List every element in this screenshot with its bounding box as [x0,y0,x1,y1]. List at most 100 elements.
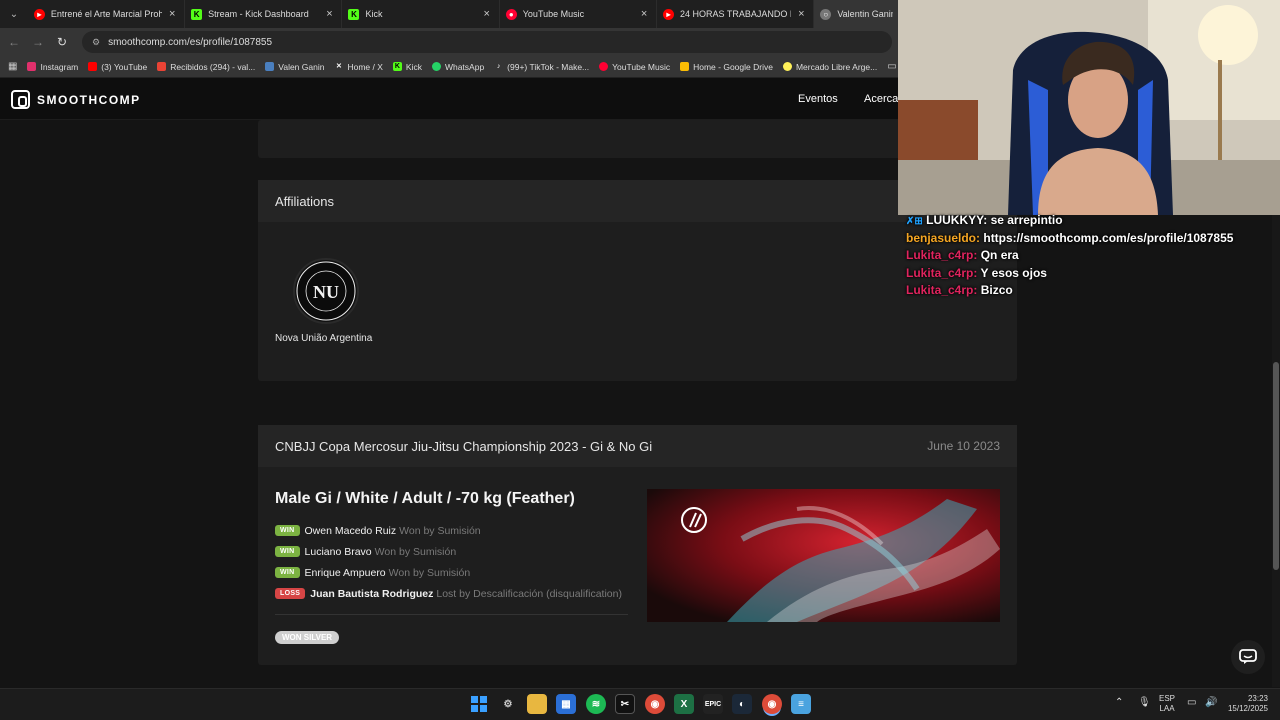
chat-text: Qn era [980,248,1019,262]
close-tab-icon[interactable]: × [166,8,178,20]
chrome-active-icon[interactable]: ◉ [762,694,782,714]
settings-gear-icon[interactable]: ⚙ [498,694,518,714]
bookmark-item[interactable]: ♪ (99+) TikTok - Make... [494,62,589,72]
close-tab-icon[interactable]: × [481,8,493,20]
youtube-music-icon: ● [505,8,517,20]
youtube-icon: ▸ [33,8,45,20]
bookmark-item[interactable]: K Kick [392,61,422,72]
close-tab-icon[interactable]: × [638,8,650,20]
event-banner-image[interactable] [647,489,1000,622]
tray-chevron-icon[interactable]: ⌃ [1115,697,1123,708]
kick-icon: K [392,62,402,71]
bookmark-item[interactable]: (3) YouTube [88,62,147,72]
affiliations-title: Affiliations [275,193,335,209]
chat-bubble-icon [1239,649,1257,664]
browser-tab-active[interactable]: ○ Valentin Ganin - [814,0,900,28]
tab-search-icon[interactable]: ⌄ [0,0,28,28]
smoothcomp-icon: ○ [820,8,832,20]
browser-tab[interactable]: K Stream - Kick Dashboard × [185,0,343,28]
event-card: CNBJJ Copa Mercosur Jiu-Jitsu Championsh… [258,425,1017,665]
forward-icon[interactable]: → [26,35,50,49]
bookmark-item[interactable]: Recibidos (294) - val... [157,62,255,72]
nav-acerca[interactable]: Acerca [864,93,898,105]
close-tab-icon[interactable]: × [323,8,335,20]
clock[interactable]: 23:23 15/12/2025 [1224,694,1268,714]
event-title[interactable]: CNBJJ Copa Mercosur Jiu-Jitsu Championsh… [275,439,652,454]
result-method: Lost by Descalificación (disqualificatio… [436,587,622,600]
bookmark-label: Home - Google Drive [693,61,773,72]
clock-time: 23:23 [1247,694,1268,703]
nav-eventos[interactable]: Eventos [798,93,838,105]
bookmark-item[interactable]: Home - Google Drive [680,62,773,72]
chat-username: LUUKKYY: [926,213,988,227]
bookmark-item[interactable]: Valen Ganin [265,62,324,72]
browser-tab[interactable]: ▸ Entrené el Arte Marcial Prohibido × [28,0,186,28]
bookmark-item[interactable]: Instagram [27,62,78,72]
capcut-icon[interactable]: ✂ [615,694,635,714]
kick-icon: K [191,8,203,20]
notepad-icon[interactable]: ≡ [791,694,811,714]
store-icon[interactable]: ▦ [556,694,576,714]
win-badge: WIN [275,525,300,536]
result-row: WIN Owen Macedo Ruiz Won by Sumisión [275,520,622,541]
microphone-icon[interactable]: 🎙 [1138,697,1151,708]
page-scrollbar-thumb[interactable] [1273,362,1279,570]
youtube-music-icon [599,62,609,71]
result-row: WIN Enrique Ampuero Won by Sumisión [275,562,622,583]
bookmarks-bar: ▦ Instagram (3) YouTube Recibidos (294) … [0,56,900,78]
bookmark-label: Kick [405,61,422,72]
bookmark-item[interactable]: WhatsApp [431,62,484,72]
tab-title: Valentin Ganin - [837,9,893,19]
chrome-icon[interactable]: ◉ [645,694,665,714]
language-indicator[interactable]: ESP LAA [1159,694,1175,714]
win-badge: WIN [275,567,300,578]
epic-games-icon[interactable]: EPIC [703,694,723,714]
bookmark-item[interactable]: ✕ Home / X [334,62,383,72]
apps-grid-icon[interactable]: ▦ [8,61,17,72]
browser-tab[interactable]: ▸ 24 HORAS TRABAJANDO EN UN × [657,0,815,28]
volume-icon[interactable]: 🔊 [1205,697,1217,708]
excel-icon[interactable]: X [674,694,694,714]
team-name-link[interactable]: Nova União Argentina [275,333,372,344]
site-info-icon[interactable]: ⚙ [92,37,100,48]
url-input[interactable]: ⚙ smoothcomp.com/es/profile/1087855 [82,31,892,53]
bookmark-label: Instagram [40,61,79,72]
opponent-link[interactable]: Enrique Ampuero [305,567,386,579]
win-badge: WIN [275,546,300,557]
file-explorer-icon[interactable] [527,694,547,714]
opponent-link[interactable]: Owen Macedo Ruiz [305,525,397,537]
bookmark-folder[interactable]: ▭ [887,61,896,72]
bookmark-item[interactable]: YouTube Music [599,62,670,72]
result-row: WIN Luciano Bravo Won by Sumisión [275,541,622,562]
opponent-link[interactable]: Juan Bautista Rodriguez [310,588,433,600]
smoothcomp-logo[interactable]: SMOOTHCOMP [11,90,141,109]
chat-message: benjasueldo: https://smoothcomp.com/es/p… [906,230,1276,248]
bookmark-item[interactable]: Mercado Libre Arge... [782,62,877,72]
bookmark-label: (3) YouTube [101,61,148,72]
support-chat-button[interactable] [1231,640,1265,674]
windows-taskbar [0,688,1280,720]
browser-tab[interactable]: ● YouTube Music × [500,0,658,28]
steam-icon[interactable]: ◐ [732,694,752,714]
chat-username: Lukita_c4rp: [906,265,978,280]
brand-name: SMOOTHCOMP [37,92,141,107]
network-icon[interactable]: ▭ [1187,697,1196,708]
browser-tab[interactable]: K Kick × [342,0,500,28]
close-tab-icon[interactable]: × [795,8,807,20]
opponent-link[interactable]: Luciano Bravo [305,546,372,558]
x-icon: ✕ [336,63,342,70]
reload-icon[interactable]: ↻ [50,35,74,49]
back-icon[interactable]: ← [2,35,26,49]
division-title[interactable]: Male Gi / White / Adult / -70 kg (Feathe… [275,490,575,508]
windows-start-icon[interactable] [469,694,489,714]
event-banner-art [647,489,1000,622]
team-logo[interactable]: NU [293,258,359,324]
google-drive-icon [680,62,690,71]
medal-badge: WON SILVER [275,627,340,645]
url-text: smoothcomp.com/es/profile/1087855 [108,36,273,48]
chat-message: ✗⊞ LUUKKYY: se arrepintio [906,212,1276,230]
spotify-icon[interactable]: ≋ [586,694,606,714]
chat-message: Lukita_c4rp: Bizco [906,282,1276,300]
tab-title: YouTube Music [522,9,585,19]
event-date: June 10 2023 [927,439,1000,453]
